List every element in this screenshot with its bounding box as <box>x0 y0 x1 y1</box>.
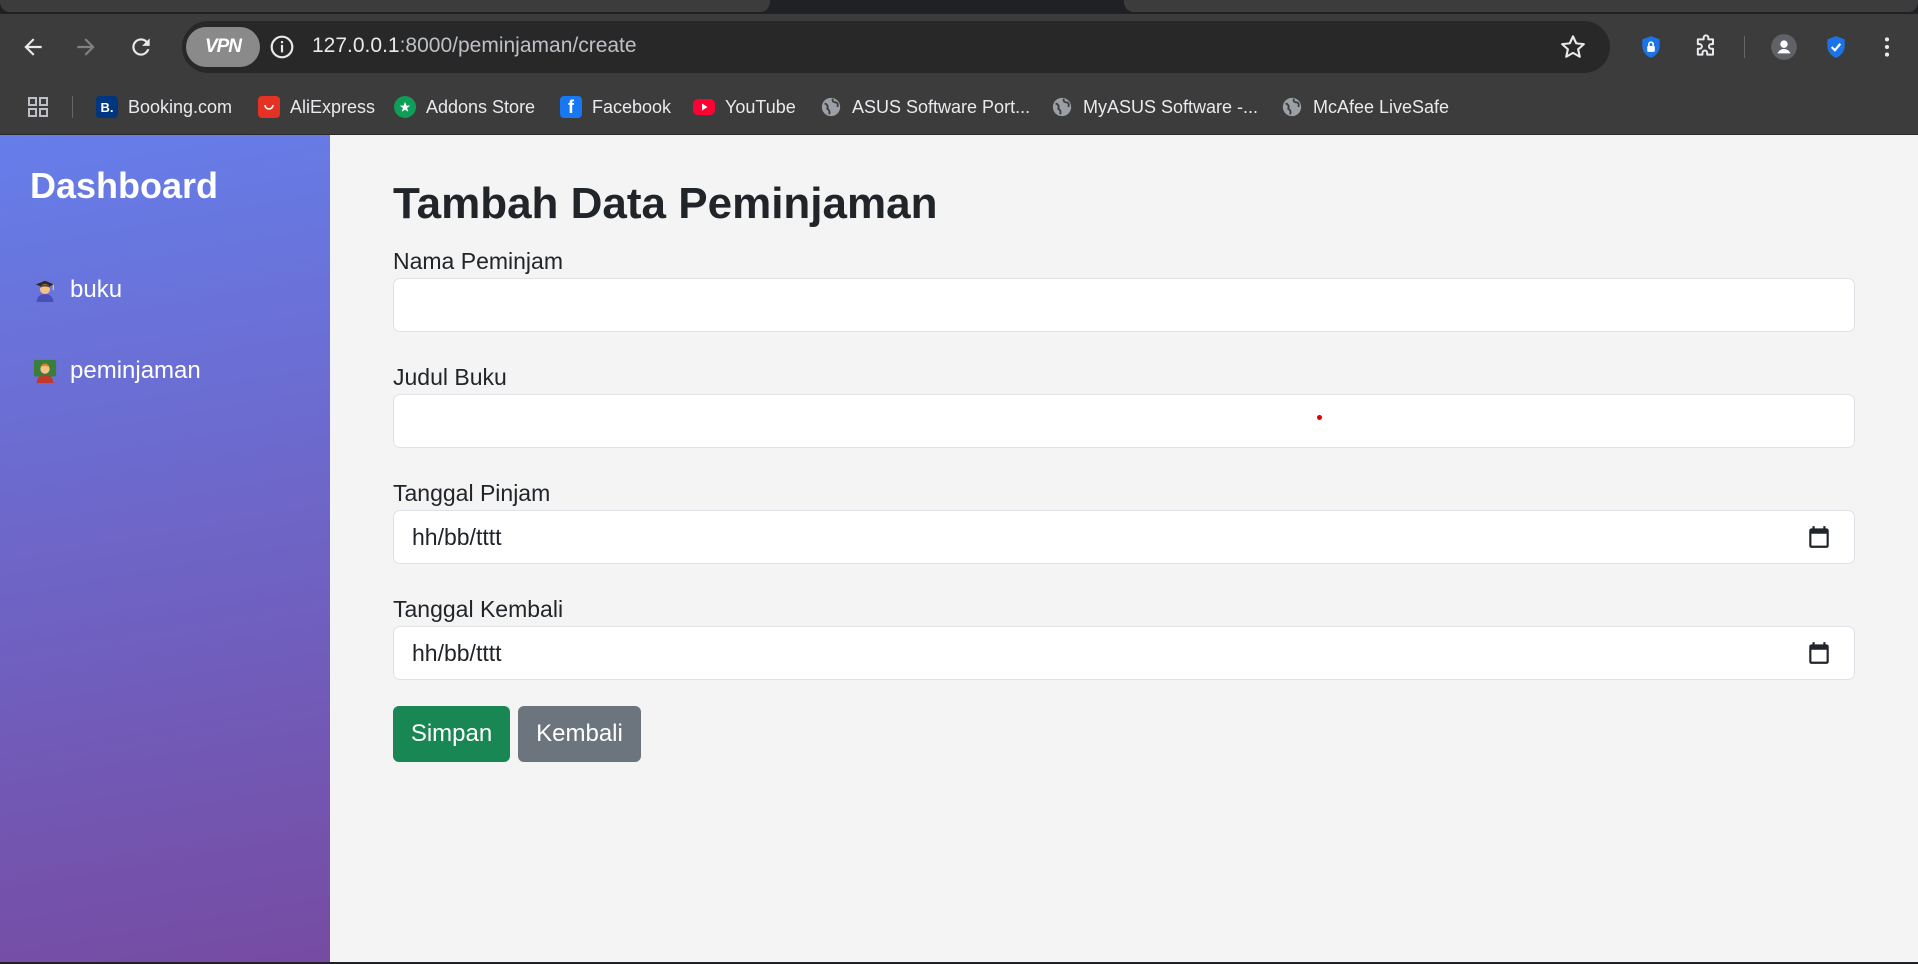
facebook-icon: f <box>560 96 582 118</box>
bookmarks-divider <box>72 96 73 118</box>
arrow-left-icon <box>24 38 42 56</box>
back-button-form[interactable]: Kembali <box>518 706 641 762</box>
globe-icon <box>1281 96 1303 118</box>
bookmark-label: ASUS Software Port... <box>852 96 1031 117</box>
apps-grid-icon <box>28 97 48 117</box>
more-vertical-icon <box>1884 37 1890 57</box>
url-text[interactable]: 127.0.0.1:8000/peminjaman/create <box>312 34 637 58</box>
nama-peminjam-input[interactable] <box>394 279 1854 331</box>
url-host: 127.0.0.1 <box>312 34 400 57</box>
bookmark-youtube[interactable]: YouTube <box>693 92 796 122</box>
bookmark-label: Addons Store <box>426 96 536 117</box>
site-info-icon[interactable] <box>268 33 296 61</box>
browser-tab[interactable] <box>1124 0 1918 12</box>
bookmark-aliexpress[interactable]: AliExpress <box>258 92 375 122</box>
bookmark-booking[interactable]: B. Booking.com <box>96 92 232 122</box>
cursor-dot <box>1317 415 1322 420</box>
tanggal-pinjam-label: Tanggal Pinjam <box>393 480 551 506</box>
nama-peminjam-field[interactable] <box>393 278 1855 332</box>
arrow-right-icon <box>77 38 95 56</box>
booking-icon: B. <box>96 96 118 118</box>
vpn-chip[interactable]: VPN <box>186 27 260 67</box>
sidebar-brand: Dashboard <box>30 165 219 206</box>
puzzle-icon <box>1696 34 1714 56</box>
page-viewport: Dashboard buku peminjaman Tambah Data Pe… <box>0 135 1918 962</box>
bookmarks-bar: B. Booking.com AliExpress Addons Store f… <box>0 80 1918 135</box>
page-title: Tambah Data Peminjaman <box>393 179 938 228</box>
tanggal-pinjam-value: hh/bb/tttt <box>412 524 502 550</box>
extensions-button[interactable] <box>1687 28 1725 66</box>
forward-button[interactable] <box>67 28 105 66</box>
bookmark-label: AliExpress <box>290 96 376 117</box>
bookmark-myasus-software[interactable]: MyASUS Software -... <box>1051 92 1258 122</box>
lock-shield-icon <box>1642 36 1660 58</box>
tanggal-kembali-input[interactable]: hh/bb/tttt <box>393 626 1855 680</box>
bookmark-label: McAfee LiveSafe <box>1313 96 1450 117</box>
globe-icon <box>1051 96 1073 118</box>
student-emoji-icon <box>32 277 58 303</box>
save-button[interactable]: Simpan <box>393 706 510 762</box>
tab-strip <box>0 0 1918 14</box>
bookmark-star-icon[interactable] <box>1558 32 1588 62</box>
back-button[interactable] <box>14 28 52 66</box>
tanggal-pinjam-input[interactable]: hh/bb/tttt <box>393 510 1855 564</box>
bookmark-label: Booking.com <box>128 96 233 117</box>
shield-check-icon <box>1827 36 1845 58</box>
menu-button[interactable] <box>1868 28 1906 66</box>
calendar-icon[interactable] <box>1806 524 1832 550</box>
security-extension-button[interactable] <box>1817 28 1855 66</box>
judul-buku-field[interactable] <box>393 394 1855 448</box>
sidebar-item-label: peminjaman <box>70 357 201 384</box>
bookmark-label: Facebook <box>592 96 672 117</box>
teacher-emoji-icon <box>32 358 58 384</box>
sidebar-item-label: buku <box>70 276 123 303</box>
profile-button[interactable] <box>1765 28 1803 66</box>
globe-icon <box>820 96 842 118</box>
bookmark-label: YouTube <box>725 96 796 117</box>
apps-button[interactable] <box>26 92 50 122</box>
nama-peminjam-label: Nama Peminjam <box>393 248 563 274</box>
profile-icon <box>1771 34 1797 60</box>
browser-tab[interactable] <box>0 0 770 12</box>
password-manager-button[interactable] <box>1632 28 1670 66</box>
address-bar[interactable]: VPN 127.0.0.1:8000/peminjaman/create <box>182 21 1610 73</box>
tanggal-kembali-value: hh/bb/tttt <box>412 640 502 666</box>
sidebar-item-peminjaman[interactable]: peminjaman <box>32 351 201 391</box>
toolbar-divider <box>1744 36 1745 58</box>
sidebar-item-buku[interactable]: buku <box>32 270 122 310</box>
url-path: :8000/peminjaman/create <box>399 34 637 57</box>
reload-icon <box>132 38 150 56</box>
bookmark-facebook[interactable]: f Facebook <box>560 92 671 122</box>
bookmark-label: MyASUS Software -... <box>1083 96 1259 117</box>
browser-toolbar: VPN 127.0.0.1:8000/peminjaman/create <box>0 14 1918 80</box>
judul-buku-label: Judul Buku <box>393 364 507 390</box>
bookmark-mcafee-livesafe[interactable]: McAfee LiveSafe <box>1281 92 1449 122</box>
bookmark-asus-software-portal[interactable]: ASUS Software Port... <box>820 92 1030 122</box>
calendar-icon[interactable] <box>1806 640 1832 666</box>
aliexpress-icon <box>258 96 280 118</box>
sidebar: Dashboard buku peminjaman <box>0 135 330 962</box>
youtube-icon <box>693 99 715 115</box>
reload-button[interactable] <box>122 28 160 66</box>
bookmark-addons-store[interactable]: Addons Store <box>394 92 535 122</box>
vpn-label: VPN <box>204 36 242 57</box>
addons-store-icon <box>394 96 416 118</box>
judul-buku-input[interactable] <box>394 395 1854 447</box>
tanggal-kembali-label: Tanggal Kembali <box>393 596 564 622</box>
